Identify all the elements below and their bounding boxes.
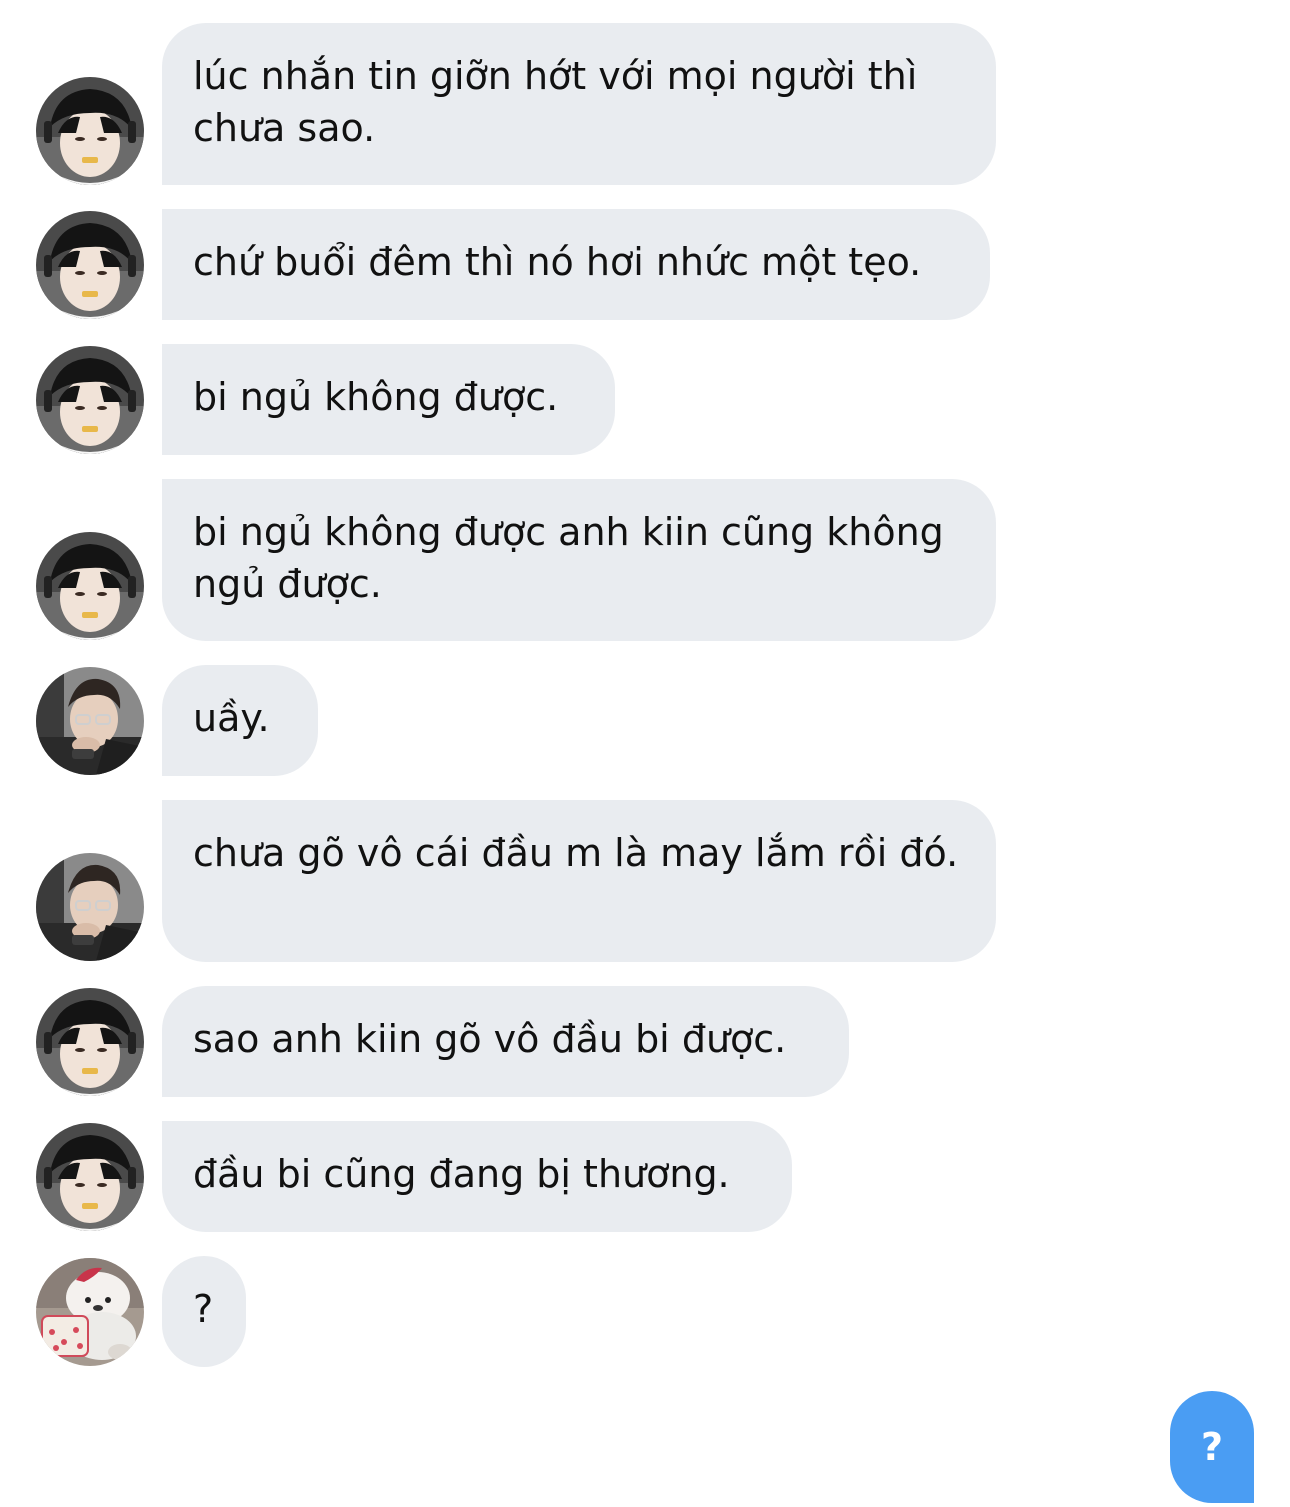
avatar-bi[interactable] [36, 211, 144, 319]
message-bubble[interactable]: chưa gõ vô cái đầu m là may lắm rồi đó. [162, 800, 996, 962]
message-text: chứ buổi đêm thì nó hơi nhức một tẹo. [193, 240, 922, 284]
avatar-bi[interactable] [36, 77, 144, 185]
avatar-bi-image [36, 532, 144, 640]
message-text: chưa gõ vô cái đầu m là may lắm rồi đó. [193, 831, 959, 875]
avatar-bi-image [36, 988, 144, 1096]
outgoing-message-text: ? [1200, 1425, 1224, 1469]
avatar-kiin[interactable] [36, 853, 144, 961]
message-bubble[interactable]: ? [162, 1256, 246, 1367]
avatar-bi-image [36, 77, 144, 185]
avatar-bi-image [36, 1123, 144, 1231]
message-text: sao anh kiin gõ vô đầu bi được. [193, 1017, 787, 1061]
message-bubble[interactable]: lúc nhắn tin giỡn hớt với mọi người thì … [162, 23, 996, 185]
avatar-bi-image [36, 346, 144, 454]
avatar-bi[interactable] [36, 988, 144, 1096]
message-text: lúc nhắn tin giỡn hớt với mọi người thì … [193, 54, 918, 150]
message-bubble[interactable]: bi ngủ không được. [162, 344, 615, 455]
message-text: ? [193, 1287, 214, 1331]
message-text: bi ngủ không được. [193, 375, 559, 419]
avatar-bear-image [36, 1258, 144, 1366]
avatar-bear[interactable] [36, 1258, 144, 1366]
avatar-bi[interactable] [36, 532, 144, 640]
message-text: bi ngủ không được anh kiin cũng không ng… [193, 510, 944, 606]
message-text: đầu bi cũng đang bị thương. [193, 1152, 730, 1196]
message-bubble[interactable]: đầu bi cũng đang bị thương. [162, 1121, 792, 1232]
message-bubble[interactable]: uầy. [162, 665, 318, 776]
message-bubble[interactable]: bi ngủ không được anh kiin cũng không ng… [162, 479, 996, 641]
message-text: uầy. [193, 696, 270, 740]
outgoing-message-bubble[interactable]: ? [1170, 1391, 1254, 1503]
message-bubble[interactable]: sao anh kiin gõ vô đầu bi được. [162, 986, 849, 1097]
avatar-kiin-image [36, 667, 144, 775]
avatar-kiin[interactable] [36, 667, 144, 775]
avatar-kiin-image [36, 853, 144, 961]
avatar-bi[interactable] [36, 1123, 144, 1231]
avatar-bi[interactable] [36, 346, 144, 454]
message-bubble[interactable]: chứ buổi đêm thì nó hơi nhức một tẹo. [162, 209, 990, 320]
avatar-bi-image [36, 211, 144, 319]
